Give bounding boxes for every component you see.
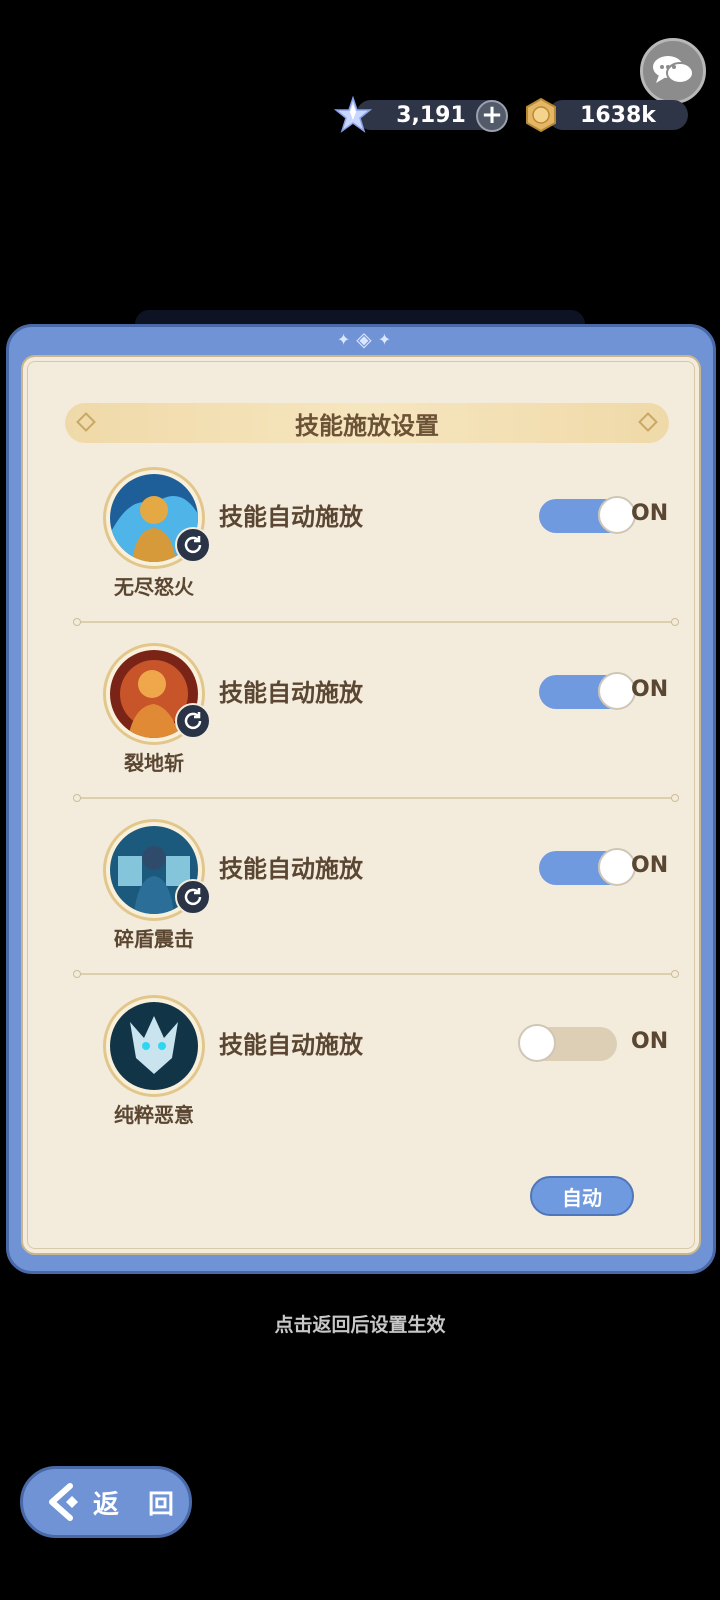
auto-cast-label: 技能自动施放 (219, 503, 363, 531)
toggle-knob (518, 1024, 556, 1062)
back-arrow-icon (31, 1471, 93, 1533)
toggle-state-text: ON (631, 853, 669, 878)
title-ribbon: 技能施放设置 (65, 403, 669, 443)
top-ornament: ✦ ◈ ✦ (336, 327, 392, 351)
dialog-body: 技能施放设置 无尽怒火 技能自动施放 ON 裂地斩 技能自动施放 ON 碎盾震击… (21, 355, 701, 1255)
skill-name: 无尽怒火 (114, 575, 194, 599)
refresh-badge (175, 703, 211, 739)
skill-settings-dialog: ✦ ◈ ✦ 技能施放设置 无尽怒火 技能自动施放 ON 裂地斩 技能自动施放 O… (6, 324, 716, 1274)
toggle-state-text: ON (631, 1029, 669, 1054)
screen: 3,191 + 1638k ✦ ◈ ✦ 技能施放设置 无尽怒火 技能自动施放 O… (0, 0, 720, 1600)
plus-icon: + (481, 100, 503, 130)
skill-row-1: 无尽怒火 技能自动施放 ON (63, 449, 683, 626)
back-button[interactable]: 返 回 (20, 1466, 192, 1538)
auto-cast-toggle[interactable] (539, 672, 636, 710)
divider (73, 618, 679, 626)
refresh-icon (184, 888, 202, 906)
gold-counter: 1638k (548, 100, 688, 130)
skill-4-portrait (110, 1002, 198, 1090)
gem-amount: 3,191 (396, 102, 466, 128)
auto-button[interactable]: 自动 (530, 1176, 634, 1216)
back-label: 返 回 (93, 1489, 185, 1520)
skill-row-3: 碎盾震击 技能自动施放 ON (63, 801, 683, 978)
gem-icon (334, 96, 372, 133)
skill-name: 纯粹恶意 (114, 1103, 194, 1127)
chat-icon (653, 56, 694, 84)
skill-row-4: 纯粹恶意 技能自动施放 ON (63, 977, 683, 1147)
skill-name: 碎盾震击 (114, 927, 194, 951)
dialog-title: 技能施放设置 (295, 411, 439, 440)
gold-amount: 1638k (580, 102, 656, 128)
coin-icon (526, 98, 556, 132)
skill-avatar (103, 995, 205, 1097)
chat-button[interactable] (640, 38, 706, 104)
refresh-badge (175, 527, 211, 563)
auto-cast-label: 技能自动施放 (219, 855, 363, 883)
divider (73, 794, 679, 802)
refresh-icon (184, 536, 202, 554)
auto-cast-toggle[interactable] (518, 1024, 617, 1062)
refresh-icon (184, 712, 202, 730)
add-gems-button[interactable]: + (476, 100, 508, 132)
skill-row-2: 裂地斩 技能自动施放 ON (63, 625, 683, 802)
refresh-badge (175, 879, 211, 915)
auto-cast-toggle[interactable] (539, 496, 636, 534)
toggle-state-text: ON (631, 677, 669, 702)
auto-cast-label: 技能自动施放 (219, 1031, 363, 1059)
auto-cast-label: 技能自动施放 (219, 679, 363, 707)
skill-name: 裂地斩 (124, 751, 184, 775)
divider (73, 970, 679, 978)
auto-cast-toggle[interactable] (539, 848, 636, 886)
ribbon-ornament-right (638, 412, 658, 432)
ribbon-ornament-left (76, 412, 96, 432)
hint-text: 点击返回后设置生效 (274, 1314, 446, 1336)
toggle-state-text: ON (631, 501, 669, 526)
